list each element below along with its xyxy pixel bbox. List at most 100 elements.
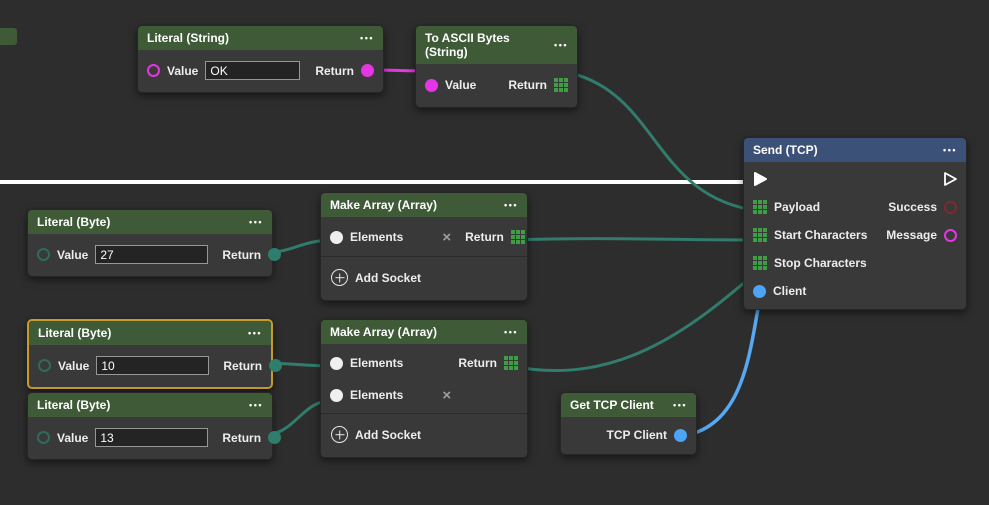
node-row: Value Return xyxy=(138,53,383,88)
node-header[interactable]: Get TCP Client ••• xyxy=(561,393,696,417)
node-title: Get TCP Client xyxy=(570,398,654,412)
divider xyxy=(321,256,527,257)
input-socket-elements[interactable] xyxy=(330,231,343,244)
node-literal-string[interactable]: Literal (String) ••• Value Return xyxy=(137,25,384,93)
node-title: Literal (Byte) xyxy=(37,398,110,412)
node-literal-byte-27[interactable]: Literal (Byte) ••• Value Return xyxy=(27,209,273,277)
node-row: Stop Characters xyxy=(744,249,966,277)
output-array-socket-return[interactable] xyxy=(504,356,518,370)
wire-array2-to-stopchars[interactable] xyxy=(511,269,760,371)
return-label: Return xyxy=(223,359,262,373)
output-socket-return[interactable] xyxy=(268,431,281,444)
node-make-array-2[interactable]: Make Array (Array) ••• Elements Return E… xyxy=(320,319,528,458)
message-label: Message xyxy=(886,228,937,242)
output-socket-tcp-client[interactable] xyxy=(674,429,687,442)
input-socket-value[interactable] xyxy=(37,431,50,444)
node-header[interactable]: Literal (Byte) ••• xyxy=(29,321,271,345)
node-header[interactable]: Make Array (Array) ••• xyxy=(321,193,527,217)
add-socket-button[interactable]: Add Socket xyxy=(321,416,527,453)
node-send-tcp[interactable]: Send (TCP) ••• Payload Success Start Cha… xyxy=(743,137,967,310)
node-row: Value Return xyxy=(28,237,272,272)
node-title: Literal (Byte) xyxy=(37,215,110,229)
node-menu-icon[interactable]: ••• xyxy=(249,399,263,411)
output-socket-return[interactable] xyxy=(269,359,282,372)
node-row: TCP Client xyxy=(561,420,696,450)
node-row: Client xyxy=(744,277,966,305)
value-label: Value xyxy=(167,64,198,78)
wire-ascii-to-payload[interactable] xyxy=(561,71,760,211)
start-characters-label: Start Characters xyxy=(774,228,867,242)
input-socket-value[interactable] xyxy=(147,64,160,77)
node-row: Elements × xyxy=(321,379,527,411)
return-label: Return xyxy=(508,78,547,92)
node-row: Value Return xyxy=(416,67,577,103)
node-editor-canvas[interactable]: Literal (String) ••• Value Return To ASC… xyxy=(0,0,989,505)
node-menu-icon[interactable]: ••• xyxy=(554,39,568,51)
elements-label: Elements xyxy=(350,230,403,244)
stop-characters-label: Stop Characters xyxy=(774,256,867,270)
output-socket-success[interactable] xyxy=(944,201,957,214)
node-menu-icon[interactable]: ••• xyxy=(504,326,518,338)
node-get-tcp-client[interactable]: Get TCP Client ••• TCP Client xyxy=(560,392,697,455)
wire-array1-to-startchars[interactable] xyxy=(511,239,760,240)
input-array-socket-payload[interactable] xyxy=(753,200,767,214)
value-input[interactable] xyxy=(95,428,208,447)
node-header[interactable]: Literal (Byte) ••• xyxy=(28,210,272,234)
value-label: Value xyxy=(57,431,88,445)
input-socket-client[interactable] xyxy=(753,285,766,298)
offscreen-node-fragment[interactable] xyxy=(0,28,17,45)
elements-label: Elements xyxy=(350,356,403,370)
node-literal-byte-10[interactable]: Literal (Byte) ••• Value Return xyxy=(27,319,273,389)
node-literal-byte-13[interactable]: Literal (Byte) ••• Value Return xyxy=(27,392,273,460)
input-array-socket-start-characters[interactable] xyxy=(753,228,767,242)
add-socket-label: Add Socket xyxy=(355,271,421,285)
client-label: Client xyxy=(773,284,806,298)
exec-input-socket[interactable] xyxy=(752,171,768,187)
node-menu-icon[interactable]: ••• xyxy=(249,216,263,228)
node-header[interactable]: To ASCII Bytes (String) ••• xyxy=(416,26,577,64)
node-make-array-1[interactable]: Make Array (Array) ••• Elements × Return… xyxy=(320,192,528,301)
output-socket-message[interactable] xyxy=(944,229,957,242)
exec-row xyxy=(744,165,966,193)
node-row: Value Return xyxy=(29,348,271,383)
node-menu-icon[interactable]: ••• xyxy=(943,144,957,156)
node-row: Start Characters Message xyxy=(744,221,966,249)
tcp-client-label: TCP Client xyxy=(607,428,667,442)
node-title: Make Array (Array) xyxy=(330,198,437,212)
add-socket-icon xyxy=(331,426,348,443)
node-to-ascii-bytes[interactable]: To ASCII Bytes (String) ••• Value Return xyxy=(415,25,578,108)
remove-socket-icon[interactable]: × xyxy=(442,231,451,244)
node-menu-icon[interactable]: ••• xyxy=(504,199,518,211)
input-socket-value[interactable] xyxy=(425,79,438,92)
add-socket-button[interactable]: Add Socket xyxy=(321,259,527,296)
divider xyxy=(321,413,527,414)
node-title: Make Array (Array) xyxy=(330,325,437,339)
value-input[interactable] xyxy=(205,61,300,80)
input-array-socket-stop-characters[interactable] xyxy=(753,256,767,270)
node-menu-icon[interactable]: ••• xyxy=(673,399,687,411)
success-label: Success xyxy=(888,200,937,214)
node-header[interactable]: Literal (Byte) ••• xyxy=(28,393,272,417)
value-label: Value xyxy=(57,248,88,262)
output-array-socket-return[interactable] xyxy=(554,78,568,92)
node-header[interactable]: Make Array (Array) ••• xyxy=(321,320,527,344)
node-menu-icon[interactable]: ••• xyxy=(248,327,262,339)
output-array-socket-return[interactable] xyxy=(511,230,525,244)
input-socket-elements-2[interactable] xyxy=(330,389,343,402)
value-label: Value xyxy=(58,359,89,373)
add-socket-icon xyxy=(331,269,348,286)
add-socket-label: Add Socket xyxy=(355,428,421,442)
remove-socket-icon[interactable]: × xyxy=(442,389,451,402)
return-label: Return xyxy=(222,248,261,262)
value-input[interactable] xyxy=(96,356,209,375)
node-header[interactable]: Send (TCP) ••• xyxy=(744,138,966,162)
output-socket-return[interactable] xyxy=(268,248,281,261)
input-socket-elements-1[interactable] xyxy=(330,357,343,370)
input-socket-value[interactable] xyxy=(38,359,51,372)
node-menu-icon[interactable]: ••• xyxy=(360,32,374,44)
node-header[interactable]: Literal (String) ••• xyxy=(138,26,383,50)
exec-output-socket[interactable] xyxy=(942,171,958,187)
value-input[interactable] xyxy=(95,245,208,264)
output-socket-return[interactable] xyxy=(361,64,374,77)
input-socket-value[interactable] xyxy=(37,248,50,261)
